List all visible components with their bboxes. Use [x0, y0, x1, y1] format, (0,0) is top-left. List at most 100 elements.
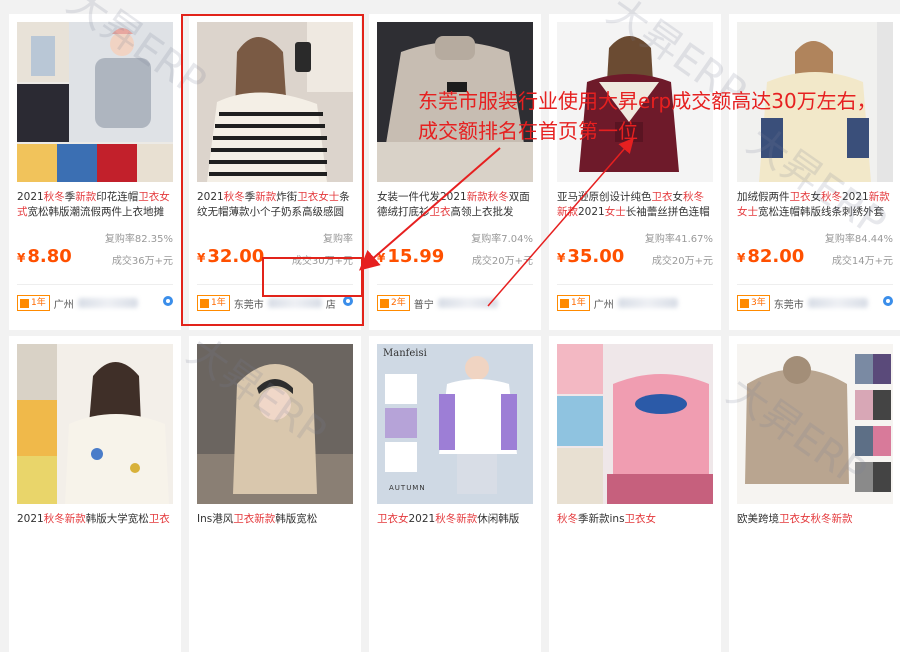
years-badge: 3年: [737, 295, 770, 311]
title-fragment: 印花连帽: [96, 191, 139, 203]
divider: [17, 284, 173, 285]
title-fragment: 卫衣: [148, 513, 170, 525]
shop-name[interactable]: 广州: [54, 296, 74, 311]
title-fragment: 2021: [17, 513, 44, 525]
title-fragment: 秋冬: [43, 513, 65, 525]
title-fragment: 秋冬: [821, 191, 842, 203]
title-fragment: 卫衣: [429, 206, 451, 218]
verified-icon: [163, 296, 173, 306]
product-card-4[interactable]: 亚马逊原创设计纯色卫衣女秋冬新款2021女士长袖蕾丝拼色连帽卫衣 复购率41.6…: [549, 14, 721, 330]
model-image: [197, 344, 353, 504]
collage-image: [557, 344, 713, 504]
product-card-6[interactable]: 2021秋冬新款韩版大学宽松卫衣: [9, 336, 181, 652]
product-image-8[interactable]: Manfeisi AUTUMN: [377, 344, 533, 504]
blurred-shop-name: [77, 298, 138, 308]
title-fragment: 新款: [64, 513, 86, 525]
title-fragment: 休闲韩版: [477, 513, 520, 525]
title-fragment: 欧美跨境: [737, 513, 779, 525]
title-fragment: 季新款: [578, 513, 610, 525]
model-image: [377, 344, 533, 504]
title-fragment: 女: [810, 191, 822, 203]
product-image-10[interactable]: [737, 344, 893, 504]
title-fragment: 2021: [578, 206, 605, 218]
title-fragment: 亚马逊原创设计纯色: [557, 191, 652, 203]
title-fragment: Ins港风: [197, 513, 234, 525]
product-image-1[interactable]: [17, 22, 173, 182]
shop-icon: [560, 298, 569, 308]
hoodie-image: [737, 344, 893, 504]
years-badge: 2年: [377, 295, 410, 311]
title-fragment: 秋冬: [810, 513, 832, 525]
title-fragment: 新款: [75, 191, 97, 203]
product-title-3[interactable]: 女装一件代发2021新款秋冬双面德绒打底衫卫衣高领上衣批发: [377, 190, 533, 220]
shop-icon: [740, 298, 749, 308]
product-image-6[interactable]: [17, 344, 173, 504]
title-fragment: 韩版宽松: [275, 513, 318, 525]
shop-name[interactable]: 东莞市: [774, 296, 804, 311]
divider: [377, 284, 533, 285]
title-fragment: 季: [64, 191, 76, 203]
collage-image: [17, 22, 173, 182]
title-fragment: 新款秋冬: [466, 191, 509, 203]
shop-info[interactable]: 1年 广州: [557, 294, 713, 312]
title-fragment: 宽松连帽韩版线条刺绣外套: [758, 206, 884, 218]
deal-volume: 成交20万+元: [471, 256, 533, 267]
years-badge: 1年: [17, 295, 50, 311]
blurred-shop-name: [437, 298, 498, 308]
title-fragment: 高领上衣批发: [450, 206, 514, 218]
shop-icon: [380, 298, 389, 308]
title-fragment: 卫衣: [651, 191, 673, 203]
blurred-shop-name: [617, 298, 678, 308]
product-price: ¥15.99: [377, 246, 445, 267]
repurchase-rate: 复购率82.35%: [104, 234, 173, 245]
annotation-text: 东莞市服装行业使用大昇erp成交额高达30万左右，成交额排名在首页第一位: [418, 89, 877, 143]
deal-volume: 成交36万+元: [111, 256, 173, 267]
title-fragment: 新款: [831, 513, 853, 525]
title-fragment: 秋冬新款: [435, 513, 478, 525]
shop-name[interactable]: 广州: [594, 296, 614, 311]
title-fragment: 卫衣: [233, 513, 255, 525]
product-card-7[interactable]: Ins港风卫衣新款韩版宽松: [189, 336, 361, 652]
deal-volume: 成交14万+元: [831, 256, 893, 267]
divider: [557, 284, 713, 285]
shop-info[interactable]: 1年 广州: [17, 294, 173, 312]
title-fragment: 卫衣女: [377, 513, 409, 525]
deal-volume: 成交20万+元: [651, 256, 713, 267]
title-fragment: 韩版大学宽松: [85, 513, 149, 525]
repurchase-rate: 复购率84.44%: [824, 234, 893, 245]
title-fragment: 女士: [604, 206, 626, 218]
shop-icon: [20, 298, 29, 308]
product-title-4[interactable]: 亚马逊原创设计纯色卫衣女秋冬新款2021女士长袖蕾丝拼色连帽卫衣: [557, 190, 713, 220]
collage-image: [17, 344, 173, 504]
brand-sub-label: AUTUMN: [389, 484, 426, 492]
title-fragment: 秋冬: [43, 191, 65, 203]
shop-name[interactable]: 普宁: [414, 296, 434, 311]
product-card-5[interactable]: 加绒假两件卫衣女秋冬2021新款女士宽松连帽韩版线条刺绣外套 复购率84.44%…: [729, 14, 900, 330]
brand-label: Manfeisi: [383, 348, 427, 359]
title-fragment: 卫衣: [789, 191, 811, 203]
product-card-8[interactable]: Manfeisi AUTUMN 卫衣女2021秋冬新款休闲韩版: [369, 336, 541, 652]
product-card-10[interactable]: 欧美跨境卫衣女秋冬新款: [729, 336, 900, 652]
repurchase-rate: 复购率7.04%: [471, 234, 533, 245]
product-price: ¥35.00: [557, 246, 625, 267]
shop-info[interactable]: 3年 东莞市: [737, 294, 893, 312]
verified-icon: [883, 296, 893, 306]
shop-info[interactable]: 2年 普宁: [377, 294, 533, 312]
blurred-shop-name: [807, 298, 868, 308]
product-card-1[interactable]: 2021秋冬季新款印花连帽卫衣女式宽松韩版潮流假两件上衣地摊批发 复购率82.3…: [9, 14, 181, 330]
product-price: ¥8.80: [17, 246, 72, 267]
highlight-box-deal: [262, 257, 363, 297]
years-badge: 1年: [557, 295, 590, 311]
product-title-5[interactable]: 加绒假两件卫衣女秋冬2021新款女士宽松连帽韩版线条刺绣外套: [737, 190, 893, 220]
title-fragment: 女: [672, 191, 684, 203]
product-card-3[interactable]: 女装一件代发2021新款秋冬双面德绒打底衫卫衣高领上衣批发 复购率7.04% ¥…: [369, 14, 541, 330]
title-fragment: 宽松韩版潮流假两件上衣地摊批发: [27, 206, 165, 218]
product-image-9[interactable]: [557, 344, 713, 504]
title-fragment: 2021: [842, 191, 869, 203]
title-fragment: 女装一件代发2021: [377, 191, 467, 203]
title-fragment: 卫衣女: [779, 513, 811, 525]
product-image-7[interactable]: [197, 344, 353, 504]
product-title-1[interactable]: 2021秋冬季新款印花连帽卫衣女式宽松韩版潮流假两件上衣地摊批发: [17, 190, 173, 220]
title-fragment: 秋冬: [557, 513, 578, 525]
product-card-9[interactable]: 秋冬季新款ins卫衣女: [549, 336, 721, 652]
